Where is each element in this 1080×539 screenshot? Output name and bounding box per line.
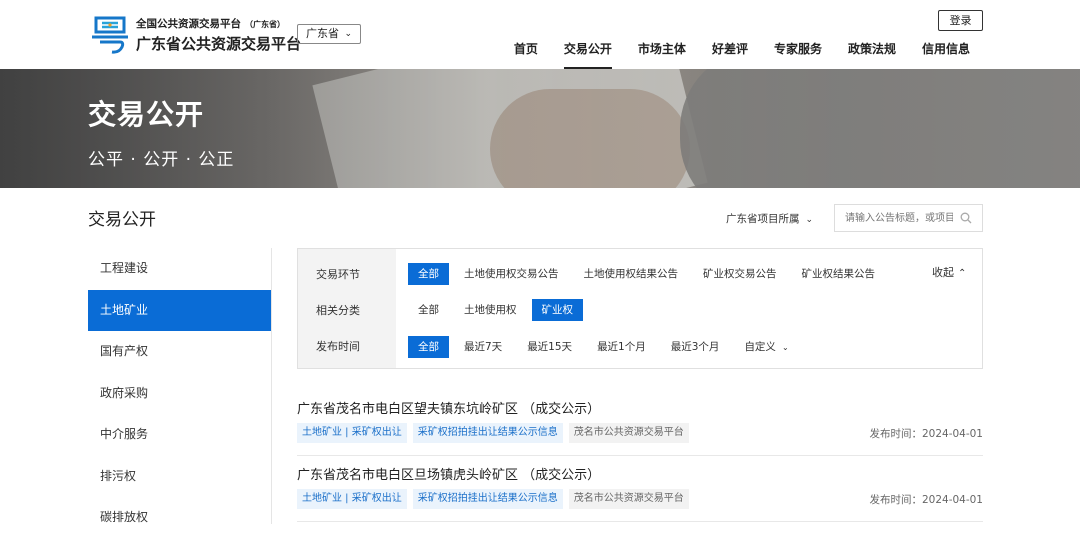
list-item: 广东省茂名市电白区望夫镇东坑岭矿区 （成交公示） 土地矿业 | 采矿权出让 采矿… (297, 390, 983, 456)
brand-top-region: （广东省） (245, 20, 285, 29)
sidebar-item-emission[interactable]: 排污权 (88, 456, 271, 498)
custom-date-dropdown[interactable]: 自定义 ⌄ (734, 336, 798, 358)
collapse-label: 收起 (932, 266, 954, 279)
sidebar-item-land-mining[interactable]: 土地矿业 (88, 289, 271, 331)
sidebar-item-construction[interactable]: 工程建设 (88, 248, 271, 290)
filter-chip[interactable]: 矿业权交易公告 (693, 263, 787, 285)
filter-chip[interactable]: 矿业权 (531, 299, 583, 321)
result-list: 广东省茂名市电白区望夫镇东坑岭矿区 （成交公示） 土地矿业 | 采矿权出让 采矿… (297, 390, 983, 522)
login-button[interactable]: 登录 (938, 10, 983, 31)
nav-item-policy[interactable]: 政策法规 (835, 40, 909, 69)
filter-chip[interactable]: 全部 (408, 336, 449, 358)
filter-chip[interactable]: 矿业权结果公告 (792, 263, 886, 285)
filter-label-time: 发布时间 (316, 340, 360, 353)
custom-date-label: 自定义 (744, 341, 776, 353)
nav-item-home[interactable]: 首页 (501, 40, 551, 69)
filter-row-time: 全部 最近7天 最近15天 最近1个月 最近3个月 自定义 ⌄ (408, 335, 804, 359)
platform-national-name: 全国公共资源交易平台 （广东省） (136, 16, 285, 31)
filter-chip[interactable]: 最近3个月 (661, 336, 730, 358)
filter-chip[interactable]: 土地使用权 (454, 299, 527, 321)
category-sidebar: 工程建设 土地矿业 国有产权 政府采购 中介服务 排污权 碳排放权 (88, 248, 272, 524)
region-select[interactable]: 广东省 ⌄ (297, 24, 361, 44)
filter-row-stage: 全部 土地使用权交易公告 土地使用权结果公告 矿业权交易公告 矿业权结果公告 (408, 262, 890, 286)
platform-name[interactable]: 广东省公共资源交易平台 (136, 33, 301, 54)
filter-chip[interactable]: 最近15天 (517, 336, 582, 358)
sidebar-item-procurement[interactable]: 政府采购 (88, 373, 271, 415)
chevron-up-icon: ⌃ (958, 268, 967, 279)
result-title-link[interactable]: 广东省茂名市电白区旦场镇虎头岭矿区 （成交公示） (297, 464, 600, 483)
region-select-value: 广东省 (306, 27, 339, 40)
main-nav: 首页 交易公开 市场主体 好差评 专家服务 政策法规 信用信息 (501, 40, 983, 69)
nav-item-trading[interactable]: 交易公开 (551, 40, 625, 69)
result-title-link[interactable]: 广东省茂名市电白区望夫镇东坑岭矿区 （成交公示） (297, 398, 600, 417)
chevron-down-icon: ⌄ (781, 343, 789, 352)
collapse-filter-button[interactable]: 收起 ⌃ (932, 264, 966, 280)
list-item: 广东省茂名市电白区旦场镇虎头岭矿区 （成交公示） 土地矿业 | 采矿权出让 采矿… (297, 456, 983, 522)
nav-item-credit[interactable]: 信用信息 (909, 40, 983, 69)
filter-chip[interactable]: 土地使用权结果公告 (574, 263, 689, 285)
nav-item-experts[interactable]: 专家服务 (761, 40, 835, 69)
filter-chip[interactable]: 全部 (408, 299, 449, 321)
search-input[interactable] (835, 205, 953, 231)
publish-date: 发布时间：2024-04-01 (869, 428, 983, 440)
source-tag: 茂名市公共资源交易平台 (568, 423, 689, 443)
search-icon[interactable] (960, 212, 972, 224)
sidebar-item-carbon[interactable]: 碳排放权 (88, 497, 271, 539)
type-tag[interactable]: 采矿权招拍挂出让结果公示信息 (412, 489, 563, 509)
filter-chip[interactable]: 最近7天 (454, 336, 512, 358)
filter-label-stage: 交易环节 (316, 268, 360, 281)
filter-panel: 交易环节 相关分类 发布时间 全部 土地使用权交易公告 土地使用权结果公告 矿业… (297, 248, 983, 369)
category-tag[interactable]: 土地矿业 | 采矿权出让 (297, 423, 407, 443)
filter-row-category: 全部 土地使用权 矿业权 (408, 298, 588, 322)
banner-title: 交易公开 (88, 98, 205, 131)
nav-item-market[interactable]: 市场主体 (625, 40, 699, 69)
result-tags: 土地矿业 | 采矿权出让 采矿权招拍挂出让结果公示信息 茂名市公共资源交易平台 (297, 423, 689, 443)
scope-select[interactable]: 广东省项目所属 ⌄ (726, 211, 813, 226)
source-tag: 茂名市公共资源交易平台 (568, 489, 689, 509)
site-header: 全国公共资源交易平台 （广东省） 广东省公共资源交易平台 广东省 ⌄ 登录 首页 … (0, 0, 1080, 69)
sidebar-item-state-assets[interactable]: 国有产权 (88, 331, 271, 373)
chevron-down-icon: ⌄ (805, 215, 814, 225)
category-tag[interactable]: 土地矿业 | 采矿权出让 (297, 489, 407, 509)
search-box (834, 204, 983, 232)
chevron-down-icon: ⌄ (344, 29, 352, 39)
banner-subtitle: 公平 · 公开 · 公正 (88, 150, 235, 170)
sidebar-item-agency[interactable]: 中介服务 (88, 414, 271, 456)
filter-label-category: 相关分类 (316, 304, 360, 317)
page-title: 交易公开 (88, 210, 156, 230)
brand-top-text: 全国公共资源交易平台 (136, 18, 241, 30)
filter-chip[interactable]: 土地使用权交易公告 (454, 263, 569, 285)
nav-item-rating[interactable]: 好差评 (699, 40, 761, 69)
filter-chip[interactable]: 全部 (408, 263, 449, 285)
filter-chip[interactable]: 最近1个月 (587, 336, 656, 358)
publish-date: 发布时间：2024-04-01 (869, 494, 983, 506)
logo-icon[interactable] (88, 12, 132, 56)
scope-select-value: 广东省项目所属 (726, 213, 800, 225)
result-tags: 土地矿业 | 采矿权出让 采矿权招拍挂出让结果公示信息 茂名市公共资源交易平台 (297, 489, 689, 509)
type-tag[interactable]: 采矿权招拍挂出让结果公示信息 (412, 423, 563, 443)
